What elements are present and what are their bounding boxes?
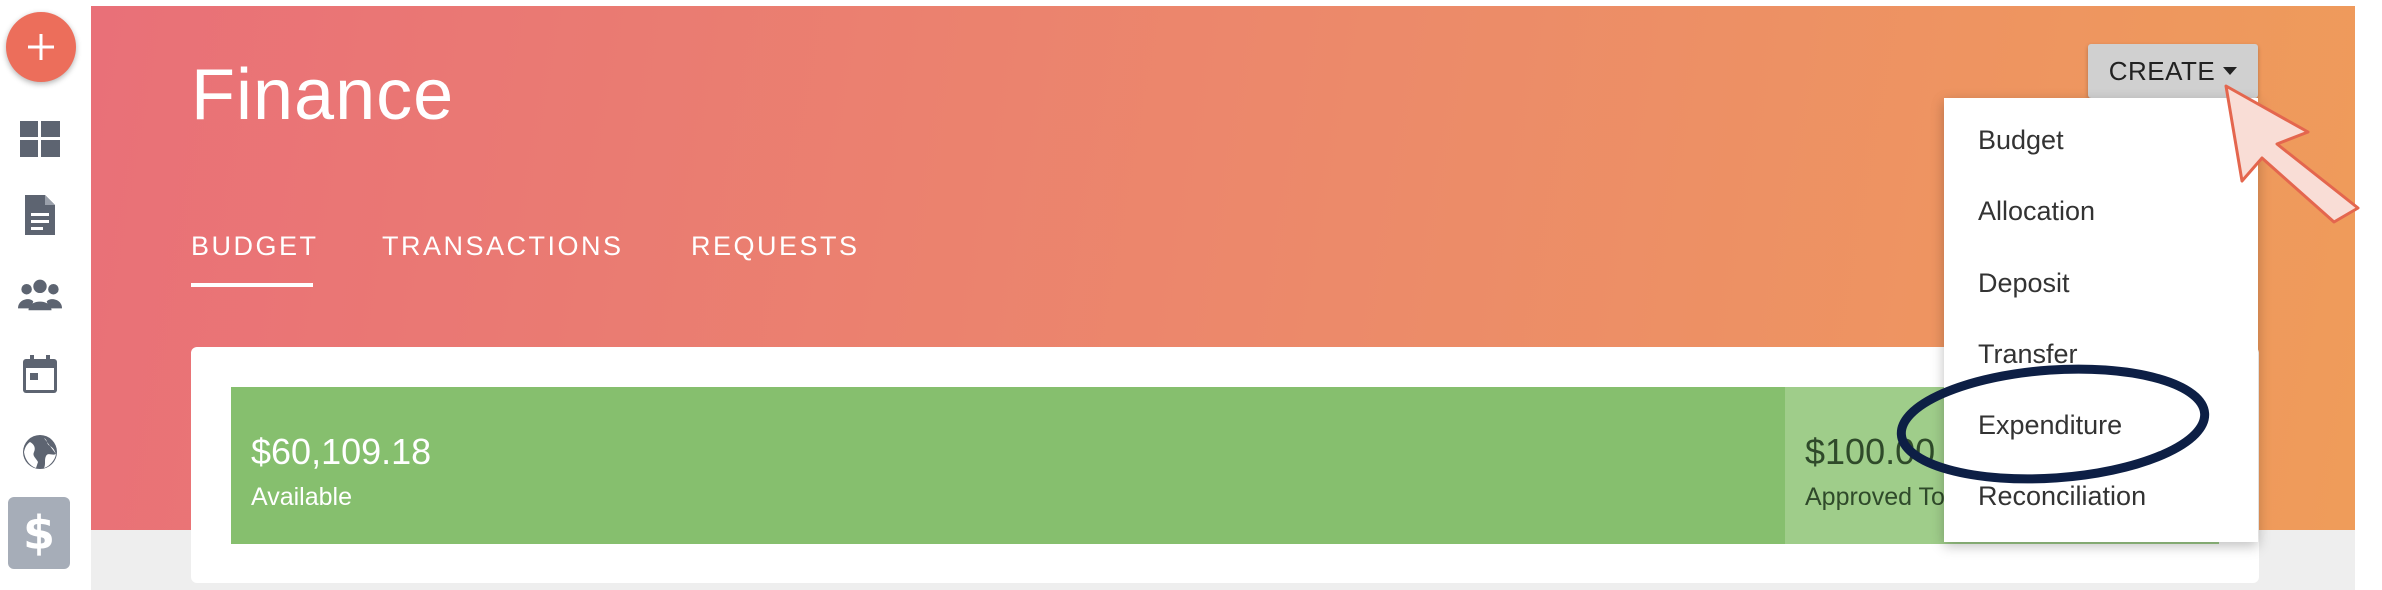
menu-item-budget[interactable]: Budget xyxy=(1978,115,2064,165)
tab-requests[interactable]: REQUESTS xyxy=(691,231,860,262)
available-label: Available xyxy=(251,483,353,511)
menu-item-transfer[interactable]: Transfer xyxy=(1978,329,2078,379)
dashboard-icon xyxy=(20,121,60,157)
people-icon xyxy=(18,279,62,311)
globe-icon xyxy=(23,435,57,469)
plus-icon xyxy=(28,34,54,60)
tab-transactions[interactable]: TRANSACTIONS xyxy=(382,231,624,262)
menu-item-expenditure[interactable]: Expenditure xyxy=(1978,400,2122,450)
add-button[interactable] xyxy=(6,12,76,82)
sidebar: $ xyxy=(0,0,91,590)
sidebar-item-globe[interactable] xyxy=(18,430,62,474)
create-button[interactable]: CREATE xyxy=(2088,44,2258,98)
available-amount: $60,109.18 xyxy=(251,431,432,472)
tab-budget[interactable]: BUDGET xyxy=(191,231,319,262)
sidebar-item-finance[interactable]: $ xyxy=(8,497,70,569)
caret-down-icon xyxy=(2223,67,2238,75)
sidebar-item-dashboard[interactable] xyxy=(18,117,62,161)
page-title: Finance xyxy=(191,55,455,135)
document-icon xyxy=(25,195,55,235)
active-tab-indicator xyxy=(191,283,313,287)
sidebar-item-documents[interactable] xyxy=(18,193,62,237)
menu-item-allocation[interactable]: Allocation xyxy=(1978,186,2095,236)
sidebar-item-calendar[interactable] xyxy=(18,352,62,396)
menu-item-deposit[interactable]: Deposit xyxy=(1978,258,2070,308)
create-dropdown-menu: Budget Allocation Deposit Transfer Expen… xyxy=(1944,98,2258,542)
create-button-label: CREATE xyxy=(2108,55,2216,86)
approved-label: Approved To xyxy=(1805,483,1945,511)
sidebar-item-people[interactable] xyxy=(18,272,62,316)
menu-item-reconciliation[interactable]: Reconciliation xyxy=(1978,471,2146,521)
approved-amount: $100.00 xyxy=(1805,431,1936,472)
dollar-icon: $ xyxy=(22,506,55,560)
calendar-icon xyxy=(23,355,57,393)
available-bar: $60,109.18 Available xyxy=(231,387,1785,544)
